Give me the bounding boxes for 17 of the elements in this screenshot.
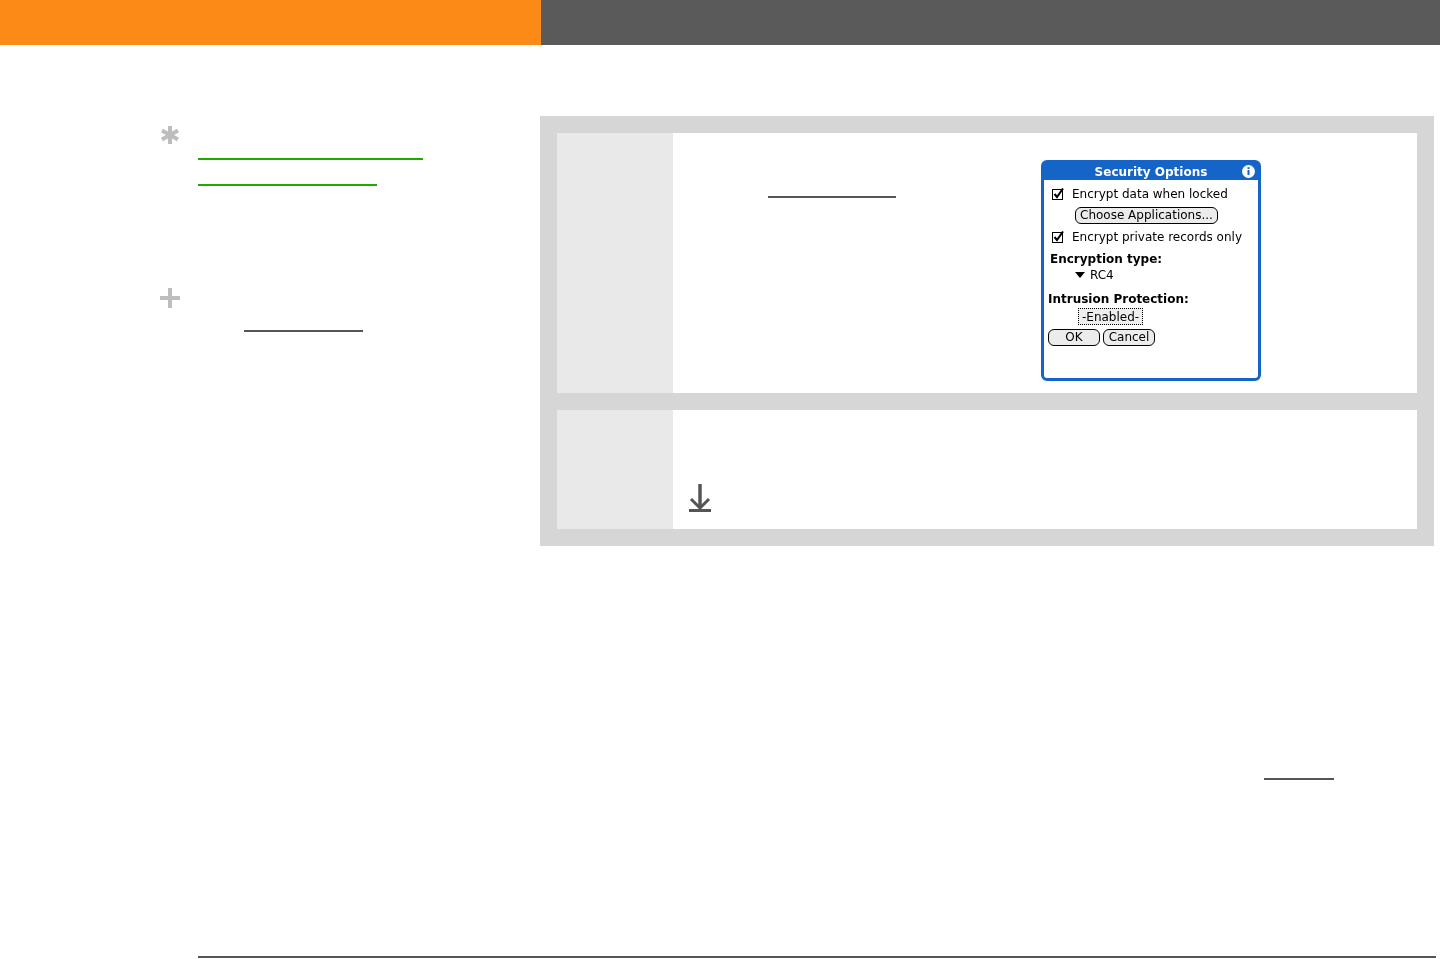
- down-arrow-icon: [689, 484, 711, 512]
- dialog-title: Security Options: [1094, 164, 1208, 179]
- checkbox[interactable]: [1052, 188, 1064, 200]
- encryption-dropdown[interactable]: RC4: [1075, 268, 1114, 282]
- checkbox[interactable]: [1052, 231, 1064, 243]
- option-label: Encrypt data when locked: [1072, 187, 1228, 201]
- dialog-button[interactable]: Cancel: [1103, 329, 1155, 346]
- link-underline: [1264, 778, 1334, 780]
- intrusion-selector[interactable]: -Enabled-: [1078, 308, 1144, 325]
- choose-applications-button[interactable]: Choose Applications...: [1075, 207, 1218, 224]
- info-icon[interactable]: [1242, 165, 1255, 178]
- plus-icon: [160, 288, 180, 308]
- dialog-button[interactable]: OK: [1048, 329, 1100, 346]
- option-label: Encrypt private records only: [1072, 230, 1242, 244]
- section-label: Encryption type:: [1050, 251, 1163, 268]
- asterisk-icon: [160, 125, 180, 145]
- section-label: Intrusion Protection:: [1048, 291, 1189, 308]
